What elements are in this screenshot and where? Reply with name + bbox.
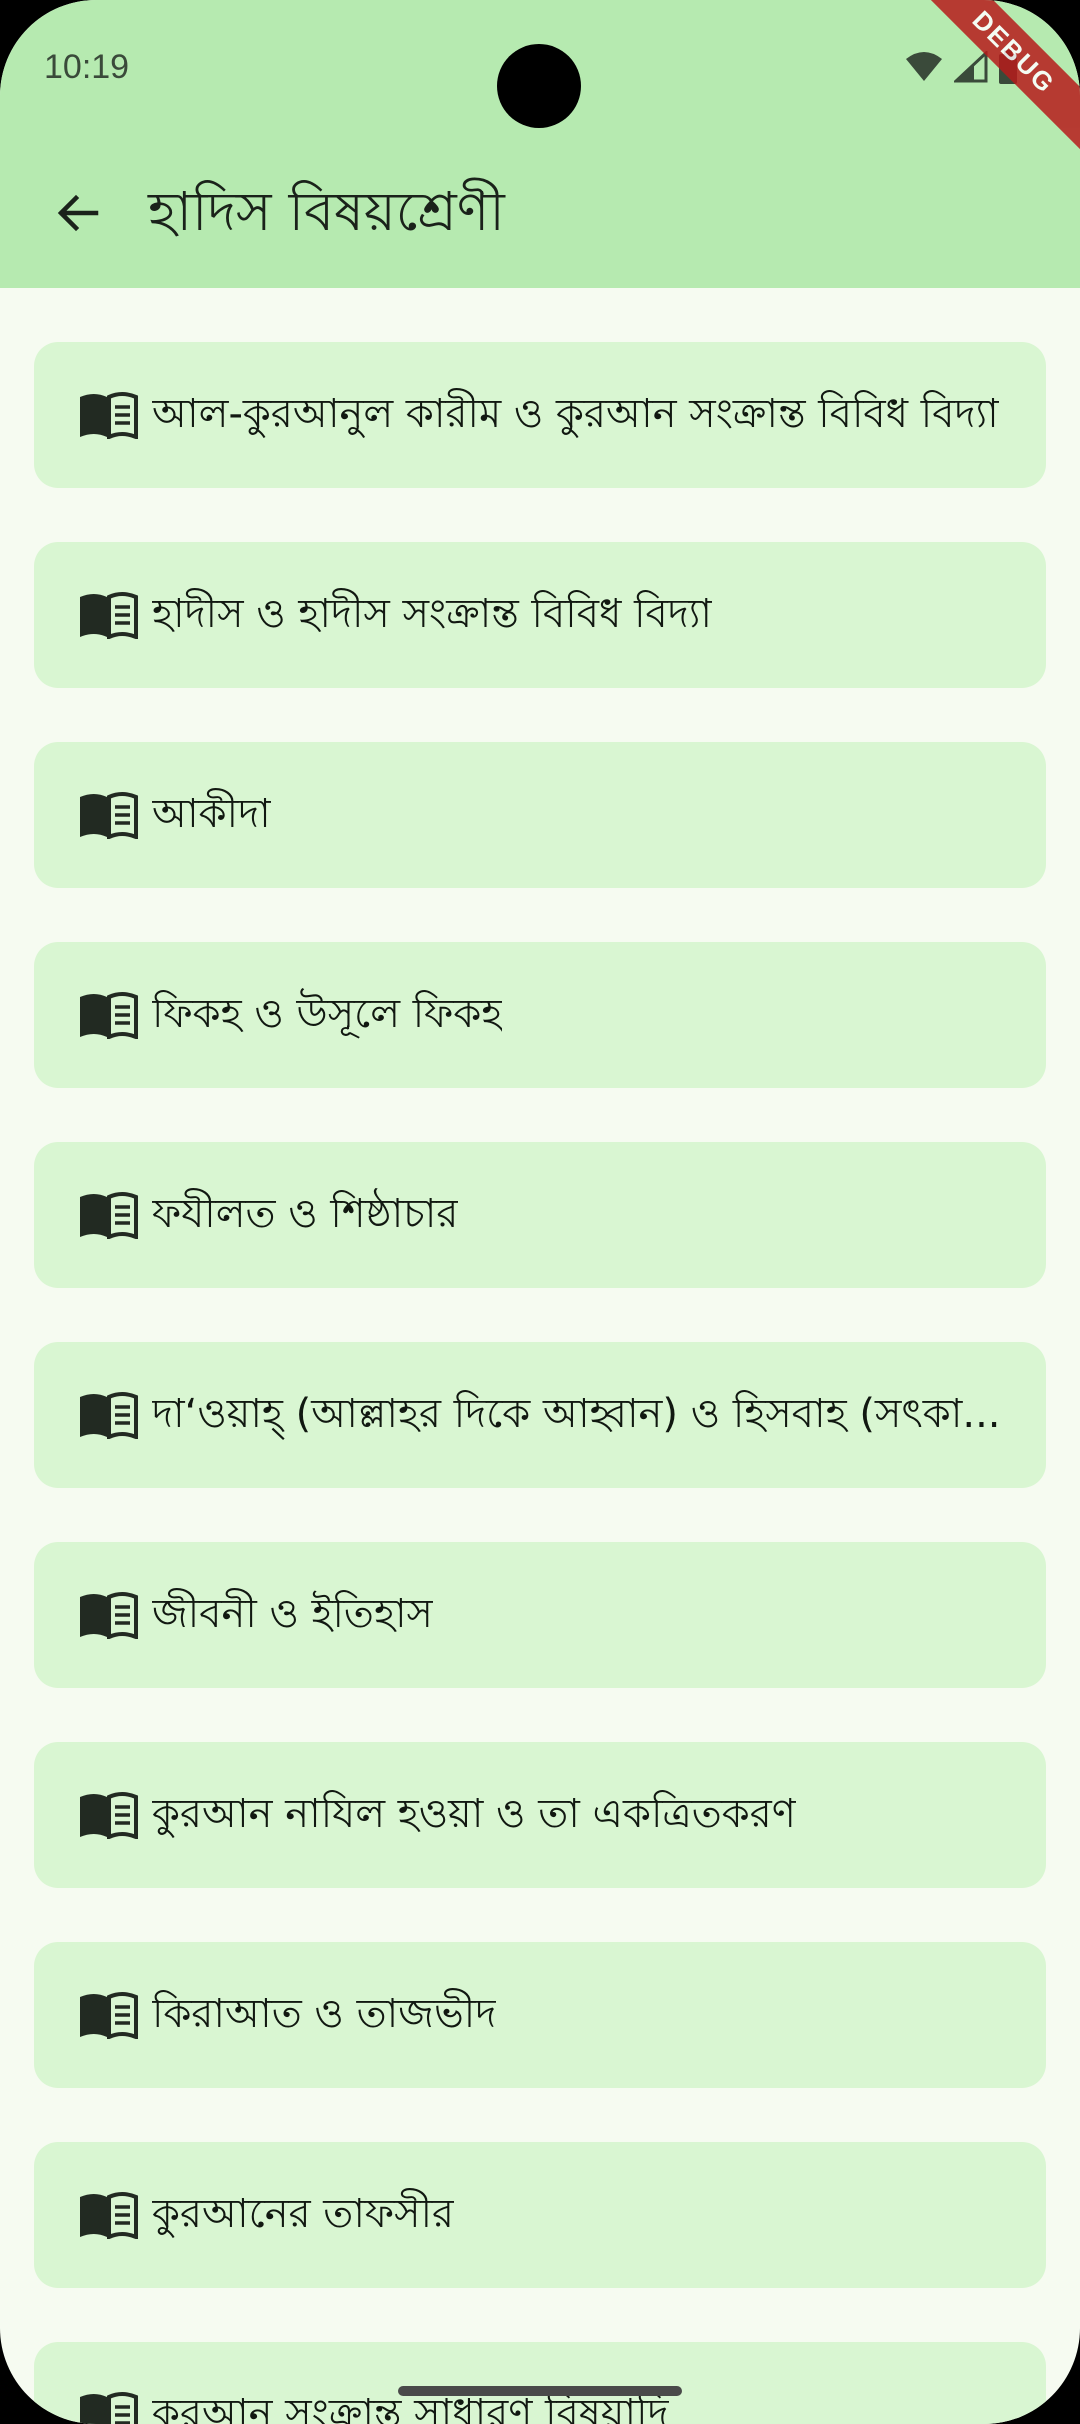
category-card[interactable]: কুরআন নাযিল হওয়া ও তা একত্রিতকরণ <box>34 1742 1046 1888</box>
book-icon <box>78 1191 138 1239</box>
back-button[interactable] <box>22 160 132 270</box>
category-list: আল-কুরআনুল কারীম ও কুরআন সংক্রান্ত বিবিধ… <box>34 342 1046 2424</box>
category-label: কিরাআত ও তাজভীদ <box>152 1990 497 2037</box>
app-bar: হাদিস বিষয়শ্রেণী <box>0 160 1080 270</box>
category-label: কুরআনের তাফসীর <box>152 2190 455 2237</box>
category-label: ফিকহ ও উসূলে ফিকহ <box>152 990 503 1037</box>
camera-cutout <box>497 44 581 128</box>
book-icon <box>78 2191 138 2239</box>
book-icon <box>78 991 138 1039</box>
category-card[interactable]: হাদীস ও হাদীস সংক্রান্ত বিবিধ বিদ্যা <box>34 542 1046 688</box>
book-icon <box>78 391 138 439</box>
category-label: হাদীস ও হাদীস সংক্রান্ত বিবিধ বিদ্যা <box>152 590 713 637</box>
category-label: আল-কুরআনুল কারীম ও কুরআন সংক্রান্ত বিবিধ… <box>152 390 999 437</box>
signal-icon <box>952 49 988 87</box>
page-title: হাদিস বিষয়শ্রেণী <box>148 180 505 243</box>
category-card[interactable]: ফযীলত ও শিষ্ঠাচার <box>34 1142 1046 1288</box>
book-icon <box>78 1591 138 1639</box>
arrow-left-icon <box>52 188 102 242</box>
category-label: আকীদা <box>152 790 271 837</box>
category-label: দা‘ওয়াহ্ (আল্লাহর দিকে আহ্বান) ও হিসবাহ… <box>152 1390 1001 1437</box>
book-icon <box>78 1791 138 1839</box>
category-card[interactable]: জীবনী ও ইতিহাস <box>34 1542 1046 1688</box>
category-card[interactable]: দা‘ওয়াহ্ (আল্লাহর দিকে আহ্বান) ও হিসবাহ… <box>34 1342 1046 1488</box>
category-card[interactable]: আকীদা <box>34 742 1046 888</box>
category-label: ফযীলত ও শিষ্ঠাচার <box>152 1190 459 1237</box>
book-icon <box>78 791 138 839</box>
category-card[interactable]: ফিকহ ও উসূলে ফিকহ <box>34 942 1046 1088</box>
book-icon <box>78 1391 138 1439</box>
category-card[interactable]: কিরাআত ও তাজভীদ <box>34 1942 1046 2088</box>
category-label: জীবনী ও ইতিহাস <box>152 1590 433 1637</box>
category-card[interactable]: কুরআন সংক্রান্ত সাধারণ বিষয়াদি <box>34 2342 1046 2424</box>
book-icon <box>78 591 138 639</box>
book-icon <box>78 1991 138 2039</box>
category-label: কুরআন নাযিল হওয়া ও তা একত্রিতকরণ <box>152 1790 796 1837</box>
app-screen: 10:19 DEBUG হাদিস বিষয়শ্রেণী আল-কুরআনুল… <box>0 0 1080 2424</box>
header: 10:19 DEBUG হাদিস বিষয়শ্রেণী <box>0 0 1080 288</box>
gesture-nav-handle[interactable] <box>398 2386 682 2396</box>
category-card[interactable]: কুরআনের তাফসীর <box>34 2142 1046 2288</box>
status-time: 10:19 <box>44 48 130 86</box>
category-card[interactable]: আল-কুরআনুল কারীম ও কুরআন সংক্রান্ত বিবিধ… <box>34 342 1046 488</box>
wifi-icon <box>904 51 944 87</box>
book-icon <box>78 2391 138 2424</box>
